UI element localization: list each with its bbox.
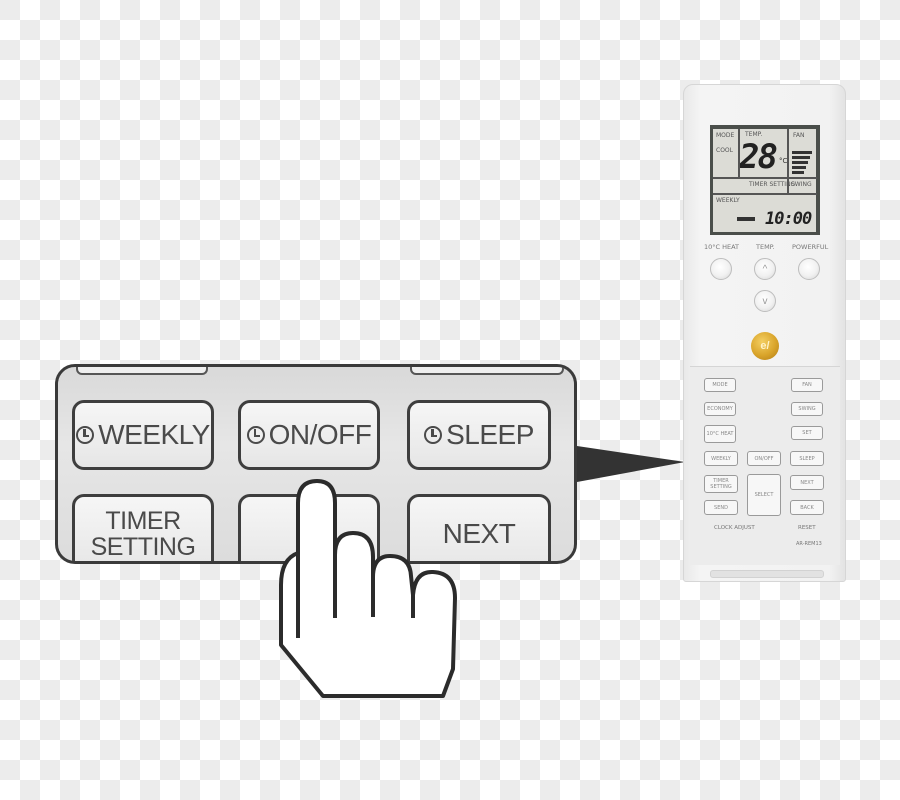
lcd-mid-label: TIMER SETTING [749,181,796,188]
sleep-label: SLEEP [446,419,534,450]
ac-remote-control: MODE COOL TEMP. 28 °C FAN TIMER SETTING … [683,84,846,582]
panel-edge-left [76,367,208,375]
lcd-swing-label: SWING [791,181,812,188]
lcd-timer-mode: WEEKLY [716,197,740,204]
temp-down-button[interactable]: v [754,290,776,312]
clock-adjust-label[interactable]: CLOCK ADJUST [714,525,755,531]
power-button[interactable]: e/ [751,332,779,360]
send-button[interactable]: SEND [704,500,738,515]
callout-pointer-arrow [577,446,685,482]
on-off-label: ON/OFF [268,419,372,450]
lcd-divider [713,177,817,179]
next-small-button[interactable]: NEXT [790,475,824,490]
mode-button[interactable]: MODE [704,378,736,392]
battery-cover-groove [710,570,824,578]
lcd-fan-label: FAN [793,132,805,139]
lcd-temperature: 28 [739,137,778,177]
reset-label[interactable]: RESET [798,525,816,531]
clock-icon [424,426,443,444]
lcd-time: 10:00 [765,209,812,229]
clock-icon [76,426,95,444]
clock-icon [246,426,265,444]
lcd-display: MODE COOL TEMP. 28 °C FAN TIMER SETTING … [710,125,820,235]
power-icon: e/ [760,340,770,352]
weekly-timer-button[interactable]: WEEKLY [72,400,214,470]
hand-pointer-icon [279,479,457,698]
heat-10c-button[interactable] [710,258,732,280]
heat-10c-label: 10°C HEAT [704,243,740,251]
lcd-mode-value: COOL [716,147,733,154]
sleep-small-button[interactable]: SLEEP [790,451,824,466]
temp-label: TEMP. [756,243,775,251]
powerful-label: POWERFUL [792,243,829,251]
timer-setting-label-line2: SETTING [90,533,196,561]
economy-button[interactable]: ECONOMY [704,402,736,416]
back-button[interactable]: BACK [790,500,824,515]
panel-edge-right [410,367,564,375]
fan-button[interactable]: FAN [791,378,823,392]
swing-button[interactable]: SWING [791,402,823,416]
temp-up-button[interactable]: ^ [754,258,776,280]
sleep-timer-button[interactable]: SLEEP [407,400,551,470]
model-label: AR-REM13 [796,541,822,547]
on-off-timer-button[interactable]: ON/OFF [238,400,380,470]
timer-setting-label-line1: TIMER [105,507,181,535]
lcd-divider [713,193,817,195]
set-button[interactable]: SET [791,426,823,440]
on-off-small-button[interactable]: ON/OFF [747,451,781,466]
weekly-small-button[interactable]: WEEKLY [704,451,738,466]
weekly-label: WEEKLY [98,419,210,450]
heat-10c-small-button[interactable]: 10°C HEAT [704,425,736,443]
fan-speed-bars [792,151,812,176]
chevron-up-icon: ^ [762,263,768,275]
timer-setting-small-button[interactable]: TIMER SETTING [704,475,738,493]
lcd-day-indicator [737,217,755,221]
timer-setting-button[interactable]: TIMER SETTING [72,494,214,561]
lcd-mode-label: MODE [716,132,735,139]
select-button[interactable]: SELECT [747,474,781,516]
powerful-button[interactable] [798,258,820,280]
chevron-down-icon: v [762,295,768,307]
lcd-divider [738,129,740,177]
